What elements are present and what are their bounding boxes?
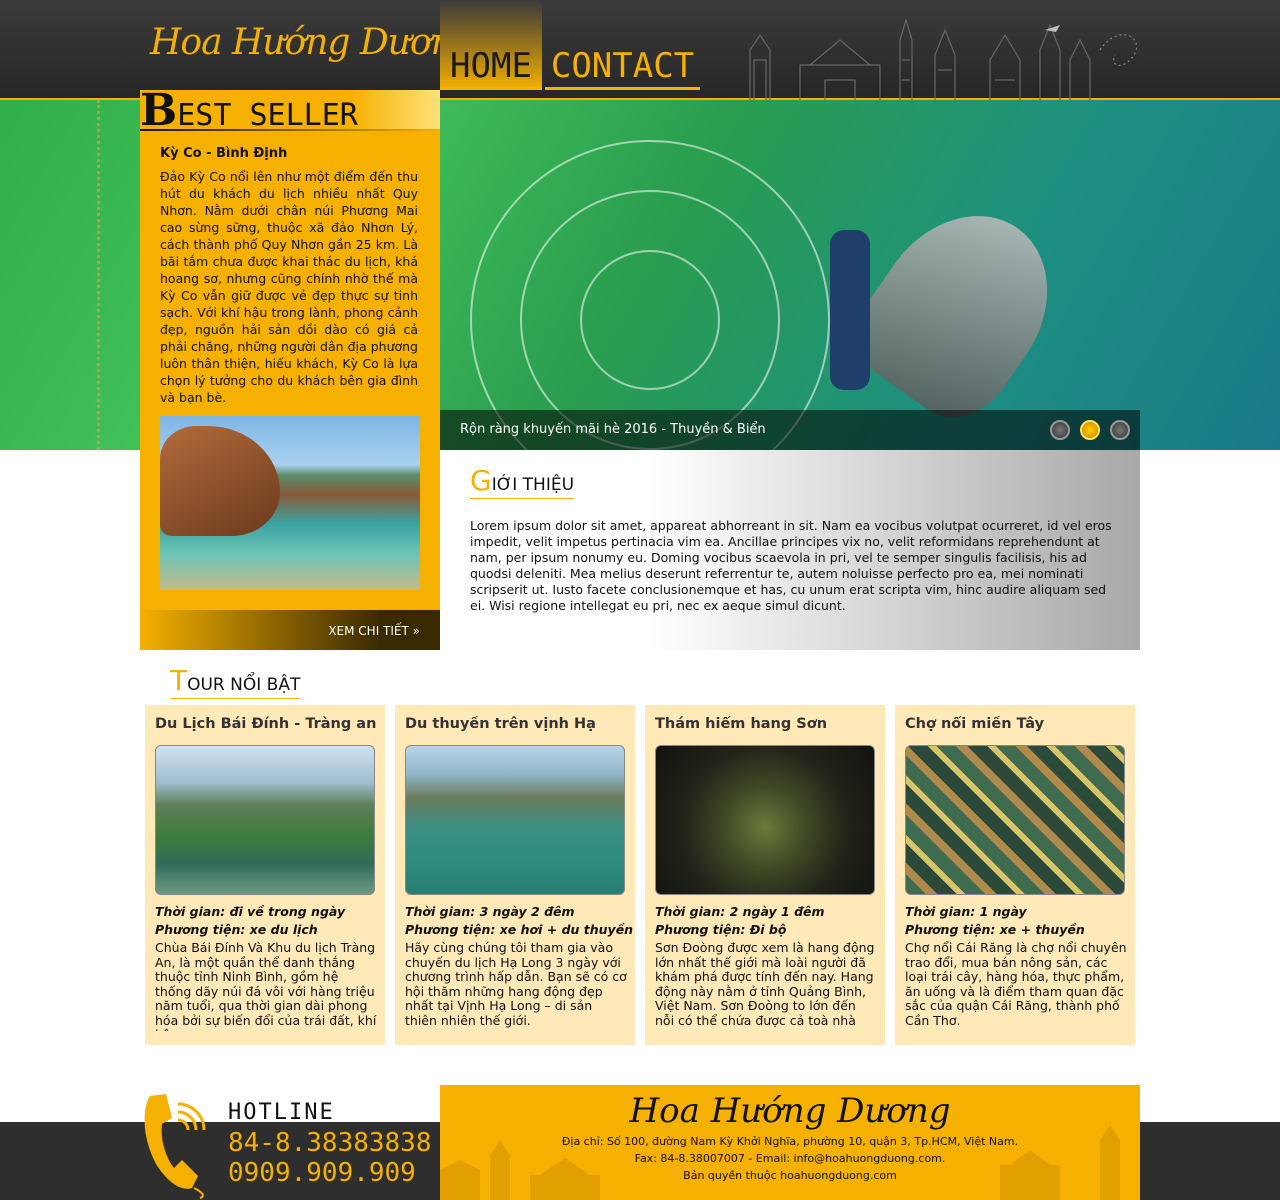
nav-home[interactable]: HOME <box>440 0 542 90</box>
tour-transport: Phương tiện: xe + thuyền <box>905 922 1085 937</box>
hotline-label: HOTLINE <box>228 1100 335 1125</box>
footer-contact: Fax: 84-8.38007007 - Email: info@hoahuon… <box>634 1152 946 1165</box>
bestseller-title: BEST SELLER <box>140 89 440 133</box>
tour-time: Thời gian: 1 ngày <box>905 904 1027 919</box>
nav-home-label: HOME <box>450 46 532 86</box>
tour-image[interactable] <box>655 745 875 895</box>
hotline-number-1[interactable]: 84-8.38383838 <box>228 1128 432 1158</box>
tour-description: Chùa Bái Đính Và Khu du lịch Tràng An, l… <box>155 941 377 1031</box>
footer-logo: Hoa Hướng Dương <box>629 1091 951 1131</box>
footer-info-box: Hoa Hướng Dương Địa chỉ: Số 100, đường N… <box>440 1085 1140 1200</box>
nav-contact-label: CONTACT <box>550 46 695 86</box>
tour-time: Thời gian: 3 ngày 2 đêm <box>405 904 575 919</box>
boat-image <box>837 182 1083 438</box>
nav-contact[interactable]: CONTACT <box>545 0 700 90</box>
tours-title: TOUR NỔI BẬT <box>170 664 301 699</box>
footer-address: Địa chỉ: Số 100, đường Nam Kỳ Khởi Nghĩa… <box>561 1135 1019 1148</box>
site-logo[interactable]: Hoa Hướng Dương <box>150 22 476 63</box>
slider-dot-3[interactable] <box>1110 420 1130 440</box>
tour-title[interactable]: Thám hiểm hang Sơn <box>655 716 880 738</box>
tour-description: Chợ nổi Cái Răng là chợ nổi chuyên trao … <box>905 941 1127 1028</box>
tour-card[interactable]: Du Lịch Bái Đính - Tràng an Thời gian: đ… <box>145 705 385 1045</box>
intro-title: GIỚI THIỆU <box>470 464 575 499</box>
tour-card[interactable]: Thám hiểm hang Sơn Thời gian: 2 ngày 1 đ… <box>645 705 885 1045</box>
tour-transport: Phương tiện: xe du lịch <box>155 922 318 937</box>
tour-card[interactable]: Du thuyền trên vịnh Hạ Thời gian: 3 ngày… <box>395 705 635 1045</box>
landmarks-skyline-icon <box>749 17 1138 100</box>
hotline-number-2[interactable]: 0909.909.909 <box>228 1158 416 1188</box>
tour-card[interactable]: Chợ nổi miền Tây Thời gian: 1 ngày Phươn… <box>895 705 1135 1045</box>
intro-section: GIỚI THIỆU Lorem ipsum dolor sit amet, a… <box>440 450 1140 650</box>
banner-caption: Rộn ràng khuyến mãi hè 2016 - Thuyền & B… <box>440 410 1140 450</box>
slider-dot-1[interactable] <box>1050 420 1070 440</box>
tour-image[interactable] <box>405 745 625 895</box>
bestseller-panel: BEST SELLER Kỳ Co - Bình Định Đảo Kỳ Co … <box>140 89 440 650</box>
fishing-net-decoration <box>60 100 100 450</box>
tour-transport: Phương tiện: Đi bộ <box>655 922 787 937</box>
tour-title[interactable]: Chợ nổi miền Tây <box>905 716 1130 738</box>
footer-copyright: Bản quyền thuộc hoahuongduong.com <box>683 1169 897 1182</box>
slider-dot-2[interactable] <box>1080 420 1100 440</box>
tour-title[interactable]: Du thuyền trên vịnh Hạ <box>405 716 630 738</box>
tour-description: Hãy cùng chúng tôi tham gia vào chuyến d… <box>405 941 627 1028</box>
fisherman-image <box>830 230 870 390</box>
tour-image[interactable] <box>905 745 1125 895</box>
tour-image[interactable] <box>155 745 375 895</box>
tour-time: Thời gian: đi về trong ngày <box>155 904 346 919</box>
tour-time: Thời gian: 2 ngày 1 đêm <box>655 904 825 919</box>
view-details-button[interactable]: XEM CHI TIẾT » <box>140 610 440 650</box>
phone-icon <box>144 1094 206 1199</box>
bestseller-image[interactable] <box>160 416 420 590</box>
tour-title[interactable]: Du Lịch Bái Đính - Tràng an <box>155 716 380 738</box>
bestseller-text: Đảo Kỳ Co nổi lên như một điểm đến thu h… <box>160 169 418 405</box>
tour-description: Sơn Đoòng được xem là hang động lớn nhất… <box>655 941 875 1031</box>
intro-text: Lorem ipsum dolor sit amet, appareat abh… <box>470 518 1112 613</box>
bestseller-heading[interactable]: Kỳ Co - Bình Định <box>160 146 287 161</box>
tour-transport: Phương tiện: xe hơi + du thuyền <box>405 922 634 937</box>
